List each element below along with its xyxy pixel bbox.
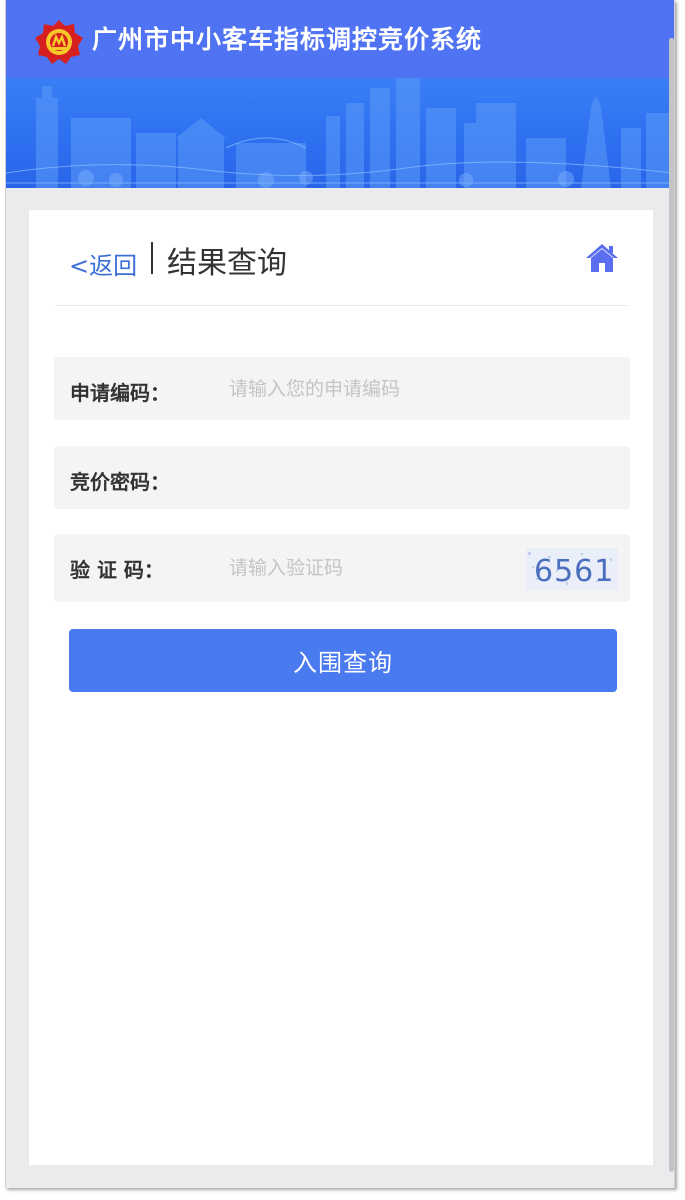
home-icon[interactable] [585, 242, 619, 274]
application-code-row: 申请编码： [54, 357, 630, 420]
bid-password-label: 竞价密码： [70, 470, 170, 494]
application-code-input[interactable] [229, 369, 509, 409]
bid-password-row: 竞价密码： [54, 446, 630, 509]
page-title: 结果查询 [167, 246, 287, 281]
app-title: 广州市中小客车指标调控竞价系统 [92, 25, 483, 54]
city-skyline-banner [6, 78, 674, 188]
captcha-label: 验 证 码： [70, 558, 164, 582]
submit-query-button[interactable]: 入围查询 [69, 629, 617, 692]
header-divider [55, 305, 627, 306]
app-frame: 广州市中小客车指标调控竞价系统 <返回 结果查询 申请编码： 请输入您的申请编码… [5, 0, 675, 1188]
application-code-label: 申请编码： [70, 381, 170, 405]
card-header: <返回 结果查询 [29, 210, 653, 306]
bid-password-input[interactable] [229, 458, 509, 498]
captcha-row: 验 证 码： 6561 [54, 534, 630, 602]
top-bar: 广州市中小客车指标调控竞价系统 [6, 0, 674, 78]
captcha-image[interactable]: 6561 [526, 548, 618, 590]
title-divider [151, 242, 153, 274]
emblem-logo-icon [35, 20, 83, 64]
back-link[interactable]: <返回 [69, 246, 137, 281]
captcha-text: 6561 [534, 554, 614, 589]
query-card: <返回 结果查询 申请编码： 竞价密码： 验 证 码： [29, 210, 653, 1165]
page-scrollbar[interactable] [669, 38, 674, 1172]
captcha-input[interactable] [229, 548, 489, 588]
skyline-illustration [6, 78, 674, 188]
